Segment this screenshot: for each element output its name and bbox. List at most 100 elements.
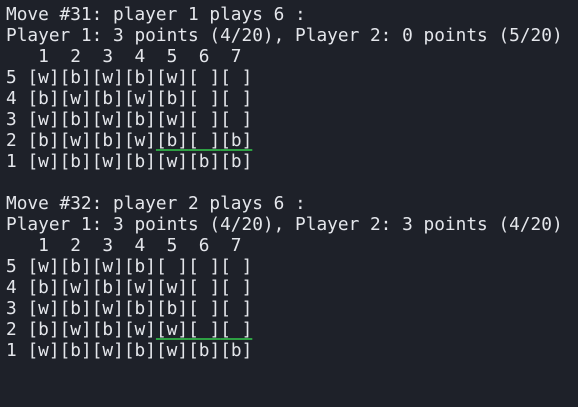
board-cell: [w] bbox=[59, 319, 92, 340]
board-cell: [b] bbox=[27, 319, 60, 340]
board-cell: [w] bbox=[27, 67, 60, 88]
row-label: 2 bbox=[6, 319, 17, 340]
board-cell: [ ] bbox=[220, 67, 253, 88]
row-label: 5 bbox=[6, 256, 17, 277]
board-cell: [ ] bbox=[188, 277, 221, 298]
score-line: Player 1: 3 points (4/20), Player 2: 3 p… bbox=[6, 214, 563, 235]
board-cell: [ ] bbox=[188, 109, 221, 130]
board-cell: [b] bbox=[27, 88, 60, 109]
last-move-highlight: [b][ ][b] bbox=[156, 130, 252, 151]
board-cell: [b] bbox=[123, 340, 156, 361]
board-cell: [w] bbox=[155, 277, 189, 298]
board-cell: [w] bbox=[27, 340, 60, 361]
row-label: 1 bbox=[6, 151, 17, 172]
board-row: 5 [w][b][w][b][w][ ][ ] bbox=[6, 67, 578, 88]
board-row: 2 [b][w][b][w][b][ ][b] bbox=[6, 130, 578, 151]
row-label: 2 bbox=[6, 130, 17, 151]
row-label: 4 bbox=[6, 277, 17, 298]
board-cell: [w] bbox=[91, 340, 124, 361]
board-cell: [b] bbox=[59, 151, 92, 172]
last-move-highlight: [w][ ][ ] bbox=[156, 319, 252, 340]
board-cell: [b] bbox=[188, 151, 221, 172]
board-cell: [w] bbox=[155, 109, 189, 130]
board-cell: [w] bbox=[27, 298, 60, 319]
board-cell: [w] bbox=[27, 256, 60, 277]
board-cell: [b] bbox=[188, 340, 221, 361]
board-cell: [b] bbox=[91, 319, 124, 340]
board-cell: [b] bbox=[59, 340, 92, 361]
board-row: 3 [w][b][w][b][w][ ][ ] bbox=[6, 109, 578, 130]
board-cell: [w] bbox=[59, 130, 92, 151]
board-cell: [b] bbox=[155, 88, 189, 109]
move-block: Move #32: player 2 plays 6 : Player 1: 3… bbox=[6, 193, 578, 361]
board-cell: [w] bbox=[123, 277, 156, 298]
row-label: 3 bbox=[6, 109, 17, 130]
board-cell: [ ] bbox=[155, 256, 189, 277]
board-cell: [w] bbox=[123, 319, 156, 340]
board-cell: [w] bbox=[91, 298, 124, 319]
move-line: Move #32: player 2 plays 6 : bbox=[6, 193, 306, 214]
row-label: 5 bbox=[6, 67, 17, 88]
row-label: 3 bbox=[6, 298, 17, 319]
board-cell: [ ] bbox=[188, 67, 221, 88]
board-cell: [b] bbox=[220, 340, 253, 361]
board-cell: [w] bbox=[91, 109, 124, 130]
board-cell: [ ] bbox=[220, 88, 253, 109]
board-cell: [b] bbox=[123, 109, 156, 130]
board-cell: [w] bbox=[155, 151, 189, 172]
move-block: Move #31: player 1 plays 6 : Player 1: 3… bbox=[6, 4, 578, 172]
board-cell: [b] bbox=[123, 151, 156, 172]
board-cell: [b] bbox=[91, 130, 124, 151]
board-cell: [w] bbox=[155, 67, 189, 88]
board-cell: [ ] bbox=[220, 109, 253, 130]
board-row: 4 [b][w][b][w][b][ ][ ] bbox=[6, 88, 578, 109]
board-cell: [ ] bbox=[188, 298, 221, 319]
board-cell: [b] bbox=[155, 298, 189, 319]
board-cell: [ ] bbox=[188, 256, 221, 277]
board-row: 1 [w][b][w][b][w][b][b] bbox=[6, 340, 578, 361]
board-cell: [b] bbox=[123, 67, 156, 88]
board-cell: [ ] bbox=[220, 277, 253, 298]
board-cell: [b] bbox=[91, 88, 124, 109]
board-cell: [ ] bbox=[220, 256, 253, 277]
board-row: 3 [w][b][w][b][b][ ][ ] bbox=[6, 298, 578, 319]
board-cell: [b] bbox=[220, 151, 253, 172]
board-cell: [w] bbox=[123, 88, 156, 109]
board-cell: [w] bbox=[59, 277, 92, 298]
board-cell: [w] bbox=[123, 130, 156, 151]
board-cell: [w] bbox=[91, 67, 124, 88]
board-cell: [w] bbox=[155, 340, 189, 361]
board-cell: [ ] bbox=[220, 319, 253, 340]
board-cell: [w] bbox=[91, 256, 124, 277]
board-cell: [b] bbox=[59, 256, 92, 277]
board-cell: [w] bbox=[155, 319, 189, 340]
terminal-window: Move #31: player 1 plays 6 : Player 1: 3… bbox=[0, 0, 578, 407]
board-row: 2 [b][w][b][w][w][ ][ ] bbox=[6, 319, 578, 340]
board-cell: [ ] bbox=[220, 298, 253, 319]
column-header: 1 2 3 4 5 6 7 bbox=[6, 46, 242, 67]
board-cell: [w] bbox=[27, 109, 60, 130]
game-board: 5 [w][b][w][b][ ][ ][ ] 4 [b][w][b][w][w]… bbox=[6, 256, 578, 361]
move-line: Move #31: player 1 plays 6 : bbox=[6, 4, 306, 25]
board-cell: [ ] bbox=[188, 88, 221, 109]
board-cell: [b] bbox=[59, 67, 92, 88]
board-row: 1 [w][b][w][b][w][b][b] bbox=[6, 151, 578, 172]
game-board: 5 [w][b][w][b][w][ ][ ] 4 [b][w][b][w][b]… bbox=[6, 67, 578, 172]
board-cell: [b] bbox=[59, 298, 92, 319]
board-cell: [b] bbox=[27, 130, 60, 151]
board-cell: [b] bbox=[155, 130, 189, 151]
board-cell: [b] bbox=[59, 109, 92, 130]
board-cell: [w] bbox=[91, 151, 124, 172]
board-row: 5 [w][b][w][b][ ][ ][ ] bbox=[6, 256, 578, 277]
board-cell: [b] bbox=[123, 256, 156, 277]
board-cell: [w] bbox=[59, 88, 92, 109]
score-line: Player 1: 3 points (4/20), Player 2: 0 p… bbox=[6, 25, 563, 46]
board-cell: [b] bbox=[123, 298, 156, 319]
row-label: 1 bbox=[6, 340, 17, 361]
board-row: 4 [b][w][b][w][w][ ][ ] bbox=[6, 277, 578, 298]
board-cell: [ ] bbox=[188, 319, 221, 340]
column-header: 1 2 3 4 5 6 7 bbox=[6, 235, 242, 256]
board-cell: [b] bbox=[27, 277, 60, 298]
row-label: 4 bbox=[6, 88, 17, 109]
